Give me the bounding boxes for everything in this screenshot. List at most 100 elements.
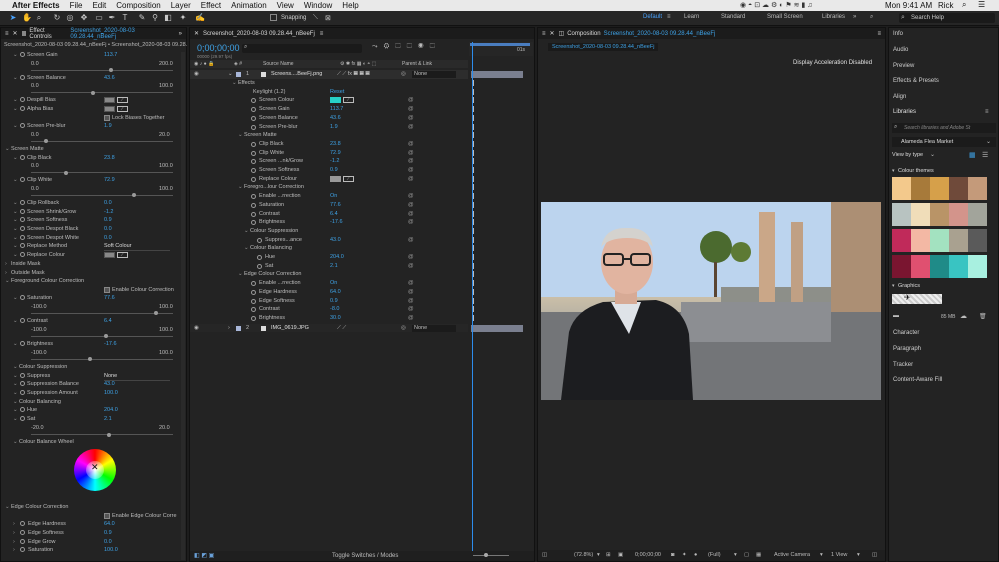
timeline-timecode[interactable]: 0;00;00;00 [197,43,240,53]
property-value[interactable]: -8.0 [330,305,339,314]
viewer-views[interactable]: 1 View [831,550,847,561]
camera-tool-icon[interactable]: ◎ [65,13,75,23]
pen-tool-icon[interactable]: ✒ [107,13,117,23]
stopwatch-icon[interactable] [20,538,25,544]
ec-param-value[interactable]: 23.8 [104,154,115,162]
graphics-label[interactable]: Graphics [898,283,920,289]
tab-effect-controls[interactable]: Effect Controls [29,28,67,40]
panel-close-icon[interactable]: ✕ [13,30,18,37]
colour-swatch-cell[interactable] [930,203,949,226]
expression-link-icon[interactable]: @ [408,305,414,314]
colour-swatch-cell[interactable] [892,255,911,278]
workspace-learn[interactable]: Learn [684,14,699,20]
property-stopwatch-icon[interactable] [251,307,256,313]
effect-controls-scrollbar[interactable] [181,52,185,560]
eyedropper-icon[interactable]: ⟋ [343,175,354,182]
ec-param-value[interactable]: 0.0 [104,538,112,546]
workspace-standard[interactable]: Standard [721,14,745,20]
property-stopwatch-icon[interactable] [251,168,256,173]
eyedropper-icon[interactable]: ⟋ [117,106,128,113]
panel-info[interactable]: Info [893,31,903,37]
expand-triangle-icon[interactable]: › [13,538,15,546]
menu-effect[interactable]: Effect [201,1,221,10]
stopwatch-icon[interactable] [20,547,25,553]
stopwatch-icon[interactable] [20,340,25,346]
channel-icon[interactable]: ● [694,550,697,561]
libraries-search-field[interactable]: ⌕ Search libraries and Adobe St [892,123,996,133]
property-expand-icon[interactable]: ⌄ [238,270,243,279]
expression-link-icon[interactable]: @ [408,114,414,123]
stopwatch-icon[interactable] [20,177,25,183]
menu-window[interactable]: Window [304,1,332,10]
tab-composition-name[interactable]: Screenshot_2020-08-03 09.28.44_nBeeFj [604,31,716,37]
ec-param-value[interactable]: 204.0 [104,406,118,414]
timeline-search-field[interactable]: ⌕ [242,44,362,53]
brush-tool-icon[interactable]: ✎ [137,13,147,23]
menu-view[interactable]: View [277,1,294,10]
workspace-menu-icon[interactable]: ≡ [667,14,671,20]
eyedropper-icon[interactable]: ⟋ [117,97,128,104]
pan-behind-tool-icon[interactable]: ✥ [79,13,89,23]
property-value[interactable]: 77.6 [330,201,341,210]
app-menu[interactable]: After Effects [12,1,60,10]
panel-tracker[interactable]: Tracker [893,362,913,368]
property-stopwatch-icon[interactable] [257,237,262,243]
expand-triangle-icon[interactable]: ⌄ [13,406,18,414]
stopwatch-icon[interactable] [20,372,25,378]
colour-swatch-cell[interactable] [911,229,930,252]
expand-triangle-icon[interactable]: ⌄ [13,122,18,130]
property-value[interactable]: -17.6 [330,218,343,227]
expression-link-icon[interactable]: @ [408,96,414,105]
work-area-bar[interactable] [470,43,530,46]
library-delete-icon[interactable]: 🗑 [979,313,987,320]
expression-link-icon[interactable]: @ [408,166,414,175]
libraries-menu-icon[interactable]: ≡ [985,109,989,115]
property-value[interactable]: 30.0 [330,314,341,323]
zoom-tool-icon[interactable]: ⌕ [34,13,44,23]
ec-param-value[interactable]: 0.9 [104,216,112,224]
help-search-field[interactable]: ⌕ Search Help [899,13,995,23]
layer-label-color[interactable] [236,325,241,331]
property-value[interactable]: 72.9 [330,149,341,158]
menu-animation[interactable]: Animation [231,1,267,10]
ec-param-value[interactable]: 72.9 [104,176,115,184]
expression-link-icon[interactable]: @ [408,288,414,297]
timeline-layer-row[interactable]: ◉ › 2 IMG_0619.JPG ⟋ ⟋ ◎ None [190,323,468,333]
property-stopwatch-icon[interactable] [257,255,262,260]
workspace-default[interactable]: Default [643,14,662,20]
ec-slider-track[interactable] [31,193,173,198]
expression-link-icon[interactable]: @ [408,157,414,166]
property-value[interactable]: 2.1 [330,262,338,271]
ec-param-value[interactable]: 0.0 [104,225,112,233]
col-parent[interactable]: Parent & Link [402,60,432,68]
colour-swatch-cell[interactable] [911,203,930,226]
colour-swatch-cell[interactable] [949,229,968,252]
ec-slider-knob[interactable] [63,170,68,175]
colour-swatch-cell[interactable] [968,203,987,226]
colour-swatch-cell[interactable] [949,255,968,278]
graphics-chevron-icon[interactable]: ▾ [892,283,895,289]
clone-stamp-tool-icon[interactable]: ⚲ [150,13,160,23]
viewer-resolution[interactable]: (Full) [708,550,721,561]
ec-param-value[interactable]: 0.9 [104,529,112,537]
resolution-dropdown-icon[interactable]: ▾ [734,550,737,561]
ec-slider-knob[interactable] [109,68,114,73]
property-value[interactable]: 43.0 [330,236,341,245]
eyedropper-icon[interactable]: ⟋ [343,97,354,104]
stopwatch-icon[interactable] [20,252,25,258]
parent-pickwhip-icon[interactable]: ◎ [401,324,406,333]
ec-param-value[interactable]: -17.6 [104,340,117,348]
layer-duration-bar[interactable] [471,324,523,332]
stopwatch-icon[interactable] [20,390,25,395]
colour-swatch-cell[interactable] [892,177,911,200]
expand-triangle-icon[interactable]: ⌄ [13,294,18,302]
property-stopwatch-icon[interactable] [251,150,256,156]
view-by-type[interactable]: View by type [892,152,923,158]
colour-swatch-cell[interactable] [911,177,930,200]
expression-link-icon[interactable]: @ [408,140,414,149]
property-stopwatch-icon[interactable] [251,211,256,217]
expand-triangle-icon[interactable]: ⌄ [13,96,18,104]
library-folder-icon[interactable]: ▬ [893,313,899,319]
property-value[interactable]: 6.4 [330,210,338,219]
timeline-layer-row[interactable]: ◉ ⌄ 1 Screens....BeeFj.png ⟋ ⟋ fx ▦ ▦ ▦ ◎ None [190,70,468,79]
